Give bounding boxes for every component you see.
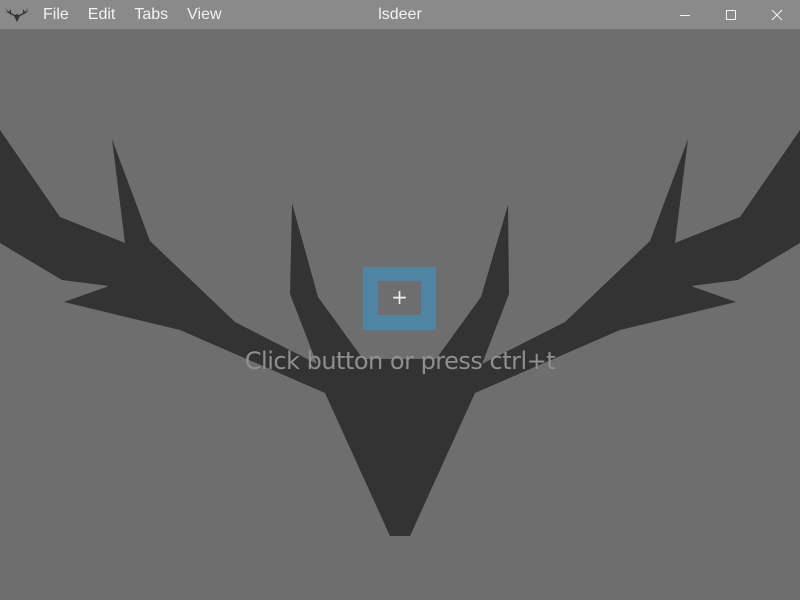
maximize-icon	[726, 9, 736, 20]
close-icon	[771, 9, 783, 20]
close-button[interactable]	[754, 0, 800, 29]
minimize-icon	[680, 14, 690, 16]
add-tab-focus-frame: +	[363, 267, 436, 330]
menu-tabs[interactable]: Tabs	[134, 6, 168, 24]
maximize-button[interactable]	[708, 0, 754, 29]
menu-bar: File Edit Tabs View	[43, 0, 241, 29]
menu-edit[interactable]: Edit	[88, 6, 116, 24]
menu-file[interactable]: File	[43, 6, 69, 24]
main-content: + Click button or press ctrl+t	[0, 29, 800, 600]
minimize-button[interactable]	[662, 0, 708, 29]
app-window: File Edit Tabs View lsdeer + Click butto…	[0, 0, 800, 600]
menu-view[interactable]: View	[187, 6, 221, 24]
add-tab-button[interactable]: +	[378, 281, 421, 315]
title-bar[interactable]: File Edit Tabs View lsdeer	[0, 0, 800, 29]
window-controls	[662, 0, 800, 29]
deer-logo-icon	[5, 7, 29, 22]
empty-state-hint: Click button or press ctrl+t	[244, 347, 556, 375]
